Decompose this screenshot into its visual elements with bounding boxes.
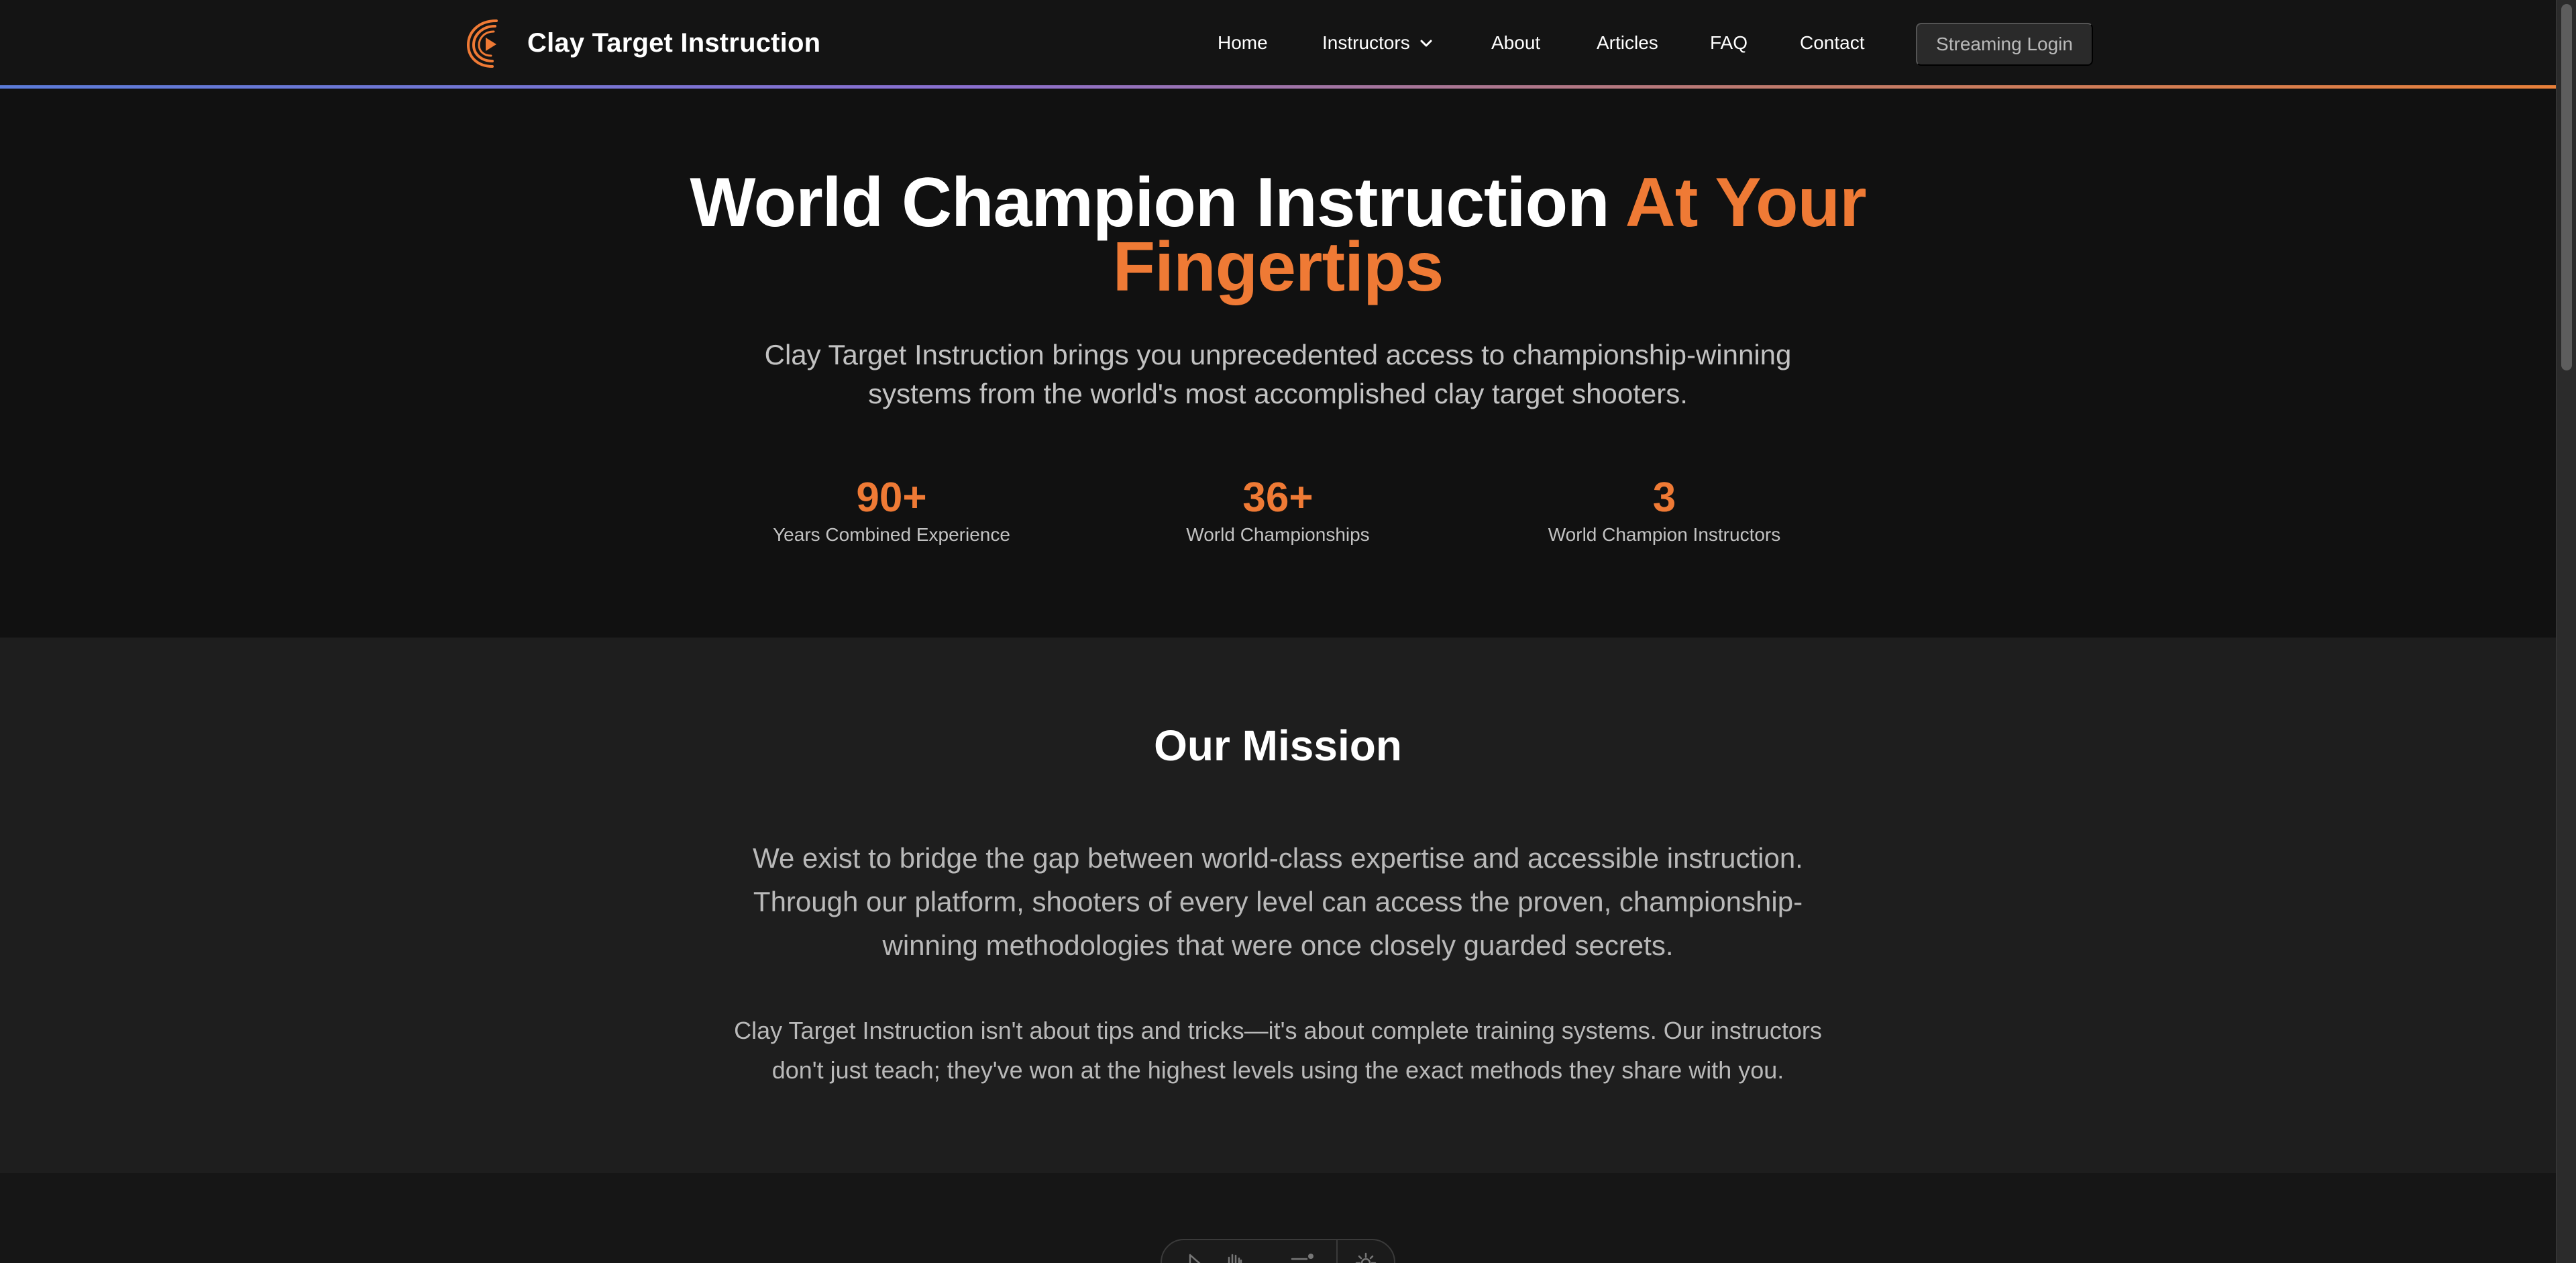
stat-value: 90+ [856, 474, 927, 521]
hero-section: World Champion Instruction At Your Finge… [0, 89, 2556, 638]
stat-label: World Champion Instructors [1548, 524, 1781, 545]
mission-paragraph-2: Clay Target Instruction isn't about tips… [734, 1017, 1822, 1084]
page: Clay Target Instruction Home Instructors… [0, 0, 2576, 1263]
stat-value: 36+ [1242, 474, 1313, 521]
streaming-login-button[interactable]: Streaming Login [1916, 23, 2093, 66]
brand-logo-icon [466, 19, 498, 68]
list-icon[interactable] [1288, 1250, 1315, 1263]
nav-instructors-label: Instructors [1322, 32, 1410, 53]
stat-experience: 90+ Years Combined Experience [717, 474, 1066, 548]
stat-championships: 36+ World Championships [1104, 474, 1452, 548]
stat-label: Years Combined Experience [773, 524, 1010, 545]
scrollbar-thumb[interactable] [2561, 4, 2572, 370]
stat-label: World Championships [1186, 524, 1370, 545]
settings-icon[interactable] [1352, 1250, 1379, 1263]
bottom-section [0, 1173, 2556, 1263]
stat-instructors: 3 World Champion Instructors [1490, 474, 1839, 548]
mission-section: Our Mission We exist to bridge the gap b… [0, 638, 2556, 1173]
hand-icon[interactable] [1221, 1250, 1248, 1263]
nav-contact[interactable]: Contact [1800, 30, 1865, 56]
pointer-icon[interactable] [1181, 1250, 1208, 1263]
hero-title: World Champion Instruction At Your Finge… [671, 168, 1885, 302]
brand-name: Clay Target Instruction [527, 28, 821, 58]
nav-about[interactable]: About [1491, 30, 1540, 56]
nav-home[interactable]: Home [1218, 30, 1268, 56]
nav-instructors[interactable]: Instructors [1322, 30, 1433, 56]
mission-title: Our Mission [1154, 721, 1402, 770]
mission-paragraph-1: We exist to bridge the gap between world… [753, 842, 1803, 961]
hero-title-accent-1: At Your [1625, 164, 1867, 242]
floating-toolbar [1161, 1239, 1395, 1263]
chevron-down-icon [1420, 40, 1432, 47]
stat-value: 3 [1652, 474, 1676, 521]
page-scrollbar[interactable] [2556, 0, 2576, 1263]
site-header: Clay Target Instruction Home Instructors… [0, 0, 2556, 89]
hero-title-accent-2: Fingertips [1112, 228, 1444, 306]
brand-link[interactable]: Clay Target Instruction [466, 16, 820, 70]
nav-faq[interactable]: FAQ [1710, 30, 1748, 56]
hero-subtitle: Clay Target Instruction brings you unpre… [764, 339, 1792, 409]
toolbar-divider [1336, 1240, 1338, 1263]
nav-articles[interactable]: Articles [1597, 30, 1658, 56]
